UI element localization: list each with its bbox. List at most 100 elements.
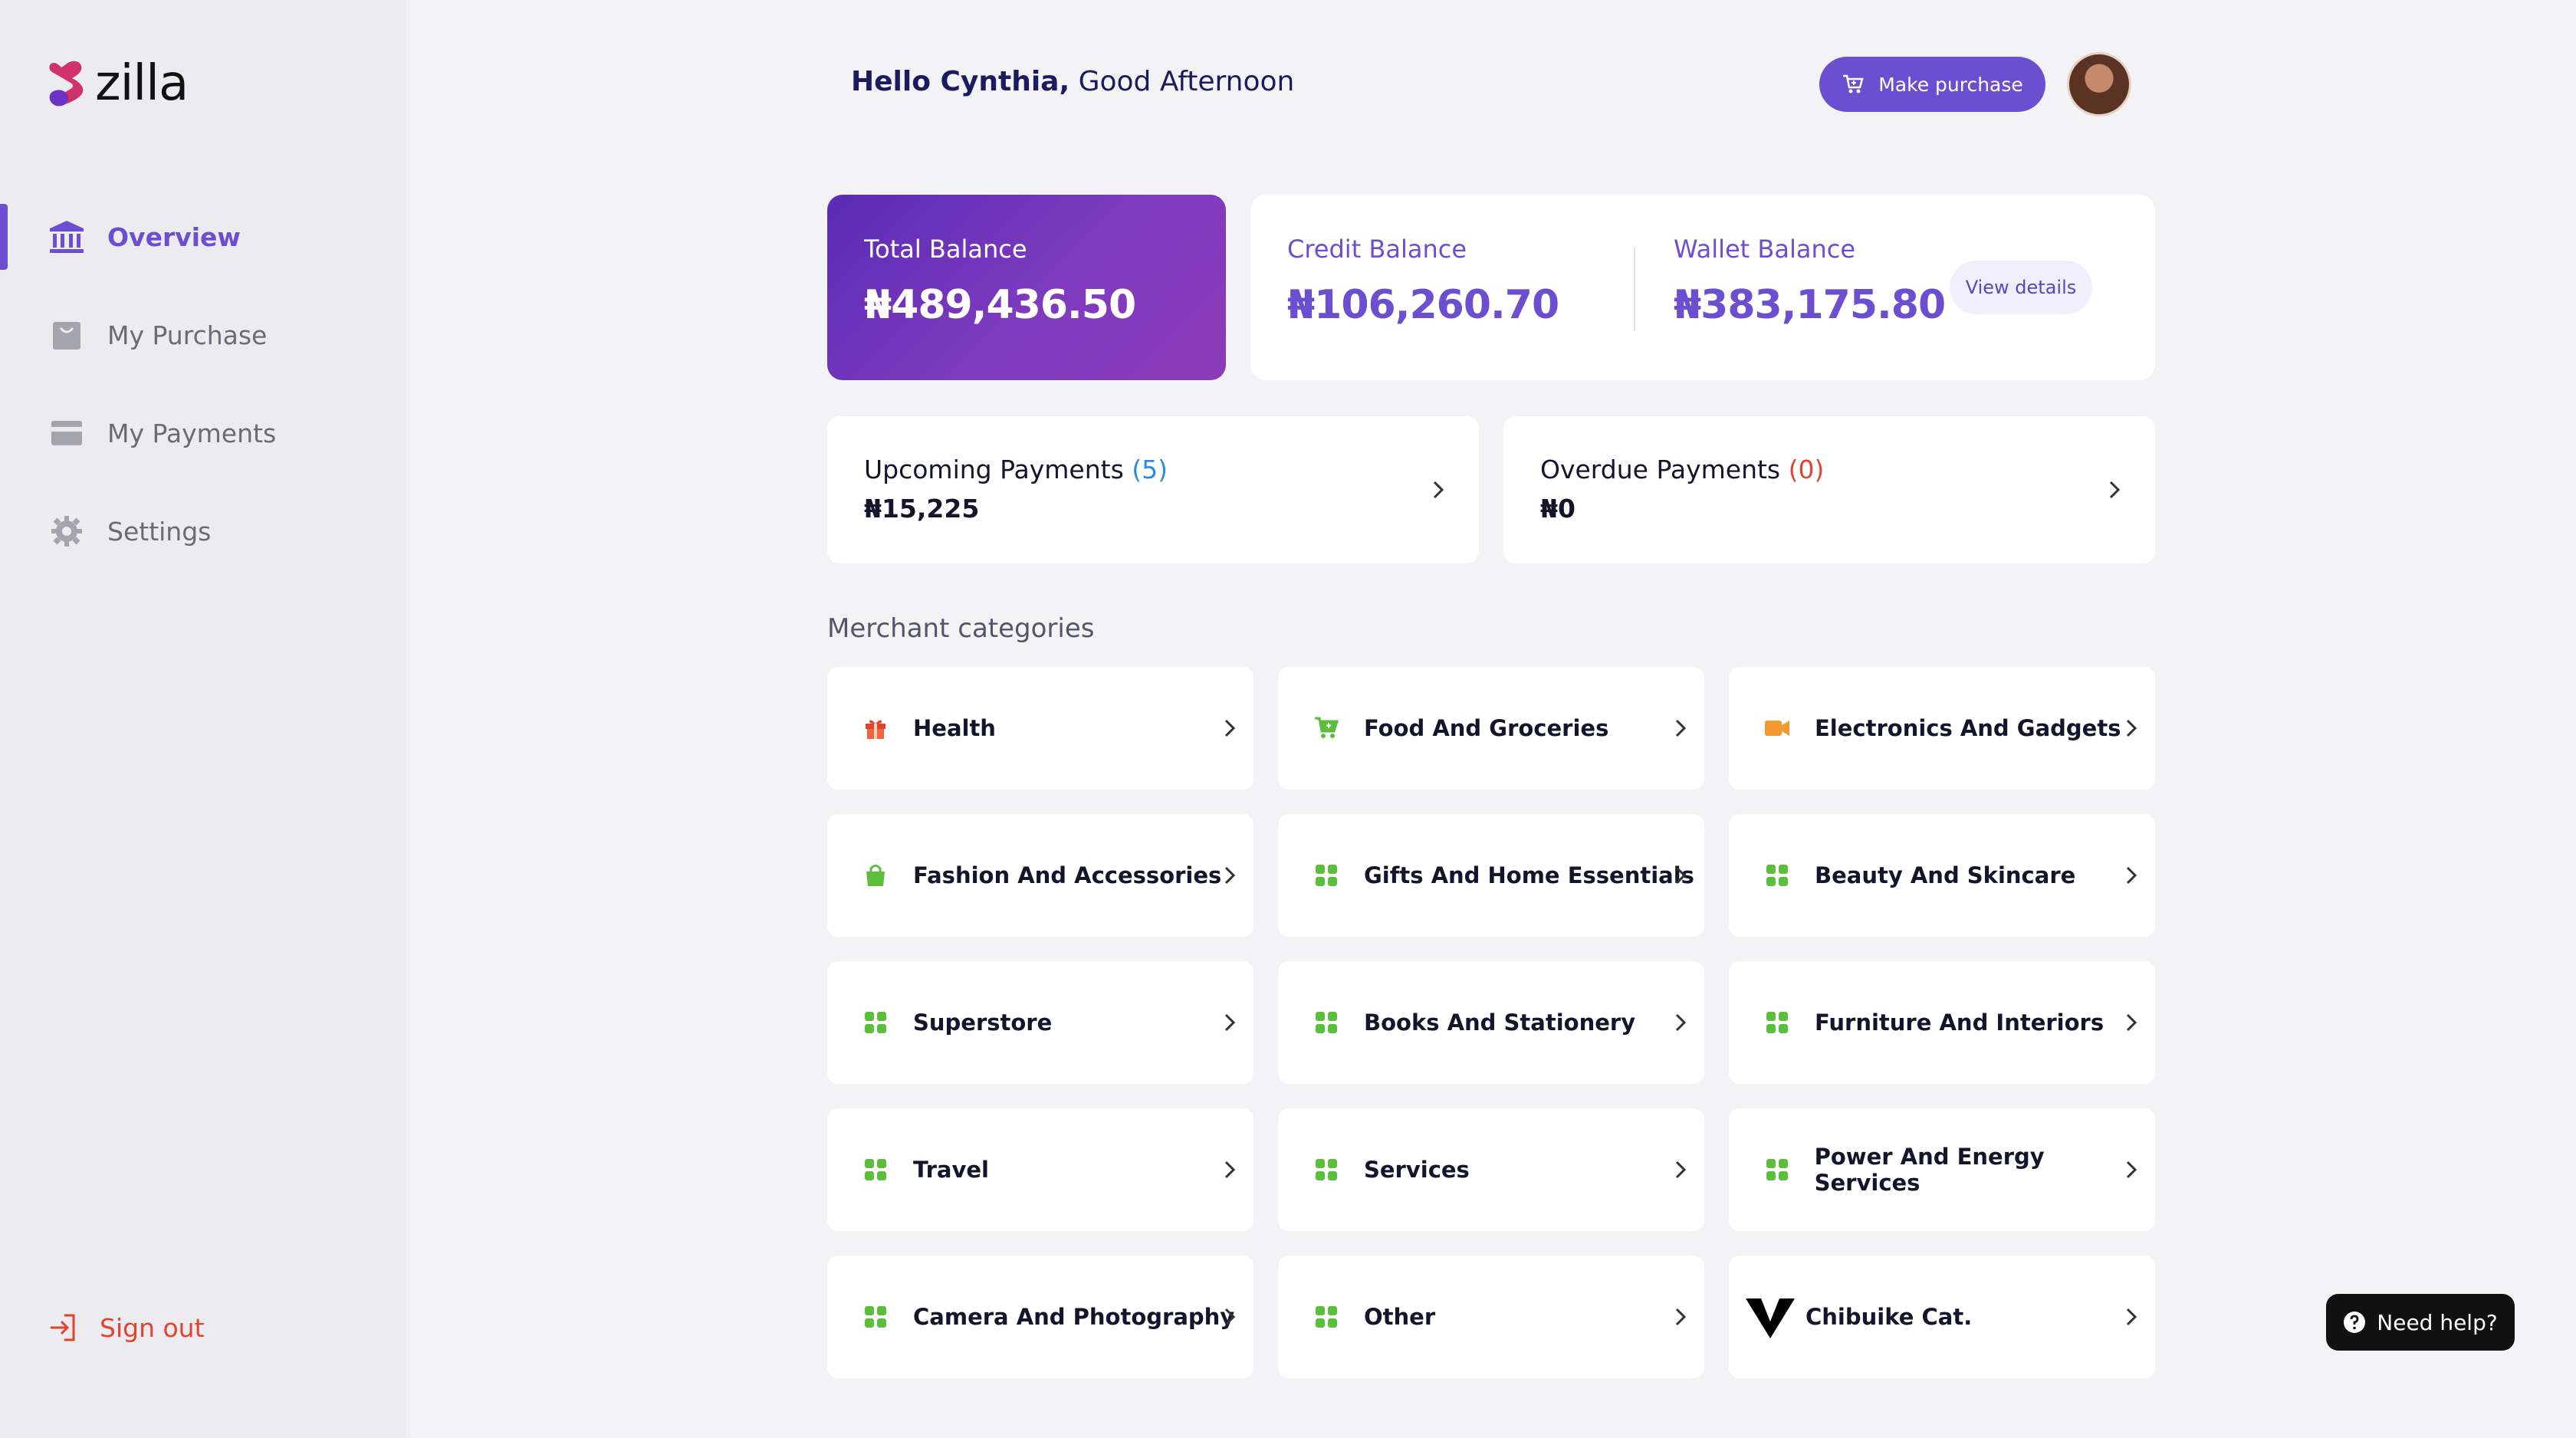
total-balance-value: ₦489,436.50 — [864, 282, 1136, 328]
chevron-right-icon — [1675, 866, 1687, 885]
brand-logo[interactable]: zilla — [48, 55, 189, 112]
category-card[interactable]: Food And Groceries — [1278, 667, 1704, 790]
avatar[interactable] — [2067, 52, 2131, 117]
total-balance-card: Total Balance ₦489,436.50 — [827, 195, 1226, 380]
total-balance-label: Total Balance — [864, 235, 1027, 264]
category-card[interactable]: Health — [827, 667, 1254, 790]
make-purchase-label: Make purchase — [1878, 73, 2023, 96]
balances-card: Credit Balance ₦106,260.70 Wallet Balanc… — [1250, 195, 2155, 380]
upcoming-payments-card[interactable]: Upcoming Payments (5) ₦15,225 — [827, 416, 1479, 563]
v-logo-icon — [1746, 1298, 1795, 1338]
category-card[interactable]: Furniture And Interiors — [1729, 961, 2155, 1084]
category-label: Superstore — [913, 1010, 1053, 1036]
greeting-name: Hello Cynthia, — [851, 66, 1070, 97]
overdue-payments-title: Overdue Payments (0) — [1540, 455, 2118, 484]
category-card[interactable]: Travel — [827, 1108, 1254, 1231]
chevron-right-icon — [1675, 1308, 1687, 1326]
chevron-right-icon — [2126, 1308, 2137, 1326]
overdue-payments-label: Overdue Payments — [1540, 455, 1781, 484]
category-card[interactable]: Other — [1278, 1256, 1704, 1378]
view-details-button[interactable]: View details — [1950, 261, 2092, 314]
chevron-right-icon — [1224, 1308, 1236, 1326]
need-help-label: Need help? — [2377, 1309, 2498, 1335]
chevron-right-icon — [2126, 866, 2137, 885]
cart-icon — [1309, 711, 1344, 746]
grid-icon — [1760, 858, 1795, 893]
greeting-rest: Good Afternoon — [1078, 66, 1295, 97]
chevron-right-icon — [2126, 1013, 2137, 1032]
greeting: Hello Cynthia, Good Afternoon — [851, 66, 1294, 97]
make-purchase-button[interactable]: Make purchase — [1819, 57, 2045, 112]
sidebar: zilla Overview My Purchase My Payments S… — [0, 0, 406, 1438]
sidebar-item-my-purchase[interactable]: My Purchase — [0, 302, 406, 368]
chevron-right-icon — [2126, 719, 2137, 737]
category-card[interactable]: Electronics And Gadgets — [1729, 667, 2155, 790]
category-label: Fashion And Accessories — [913, 862, 1222, 888]
category-card[interactable]: Services — [1278, 1108, 1704, 1231]
upcoming-payments-label: Upcoming Payments — [864, 455, 1124, 484]
category-card[interactable]: Books And Stationery — [1278, 961, 1704, 1084]
sign-out-button[interactable]: Sign out — [48, 1312, 205, 1343]
zilla-logo-icon — [49, 61, 84, 107]
sidebar-item-label: Overview — [107, 222, 241, 252]
credit-balance-value: ₦106,260.70 — [1287, 282, 1559, 328]
category-label: Beauty And Skincare — [1815, 862, 2076, 888]
category-card[interactable]: Chibuike Cat. — [1729, 1256, 2155, 1378]
chevron-right-icon — [1433, 481, 1444, 499]
category-label: Gifts And Home Essentials — [1364, 862, 1694, 888]
grid-icon — [1309, 1299, 1344, 1335]
category-card[interactable]: Gifts And Home Essentials — [1278, 814, 1704, 937]
grid-icon — [1309, 858, 1344, 893]
category-label: Books And Stationery — [1364, 1010, 1636, 1036]
category-label: Power And Energy Services — [1814, 1144, 2045, 1196]
card-icon — [48, 414, 86, 452]
merchant-categories-title: Merchant categories — [827, 613, 1095, 644]
category-card[interactable]: Beauty And Skincare — [1729, 814, 2155, 937]
sidebar-item-settings[interactable]: Settings — [0, 498, 406, 564]
chevron-right-icon — [1224, 1161, 1236, 1179]
sign-out-label: Sign out — [100, 1312, 205, 1343]
category-label: Health — [913, 715, 996, 741]
overdue-payments-card[interactable]: Overdue Payments (0) ₦0 — [1503, 416, 2155, 563]
cart-icon — [1843, 74, 1864, 94]
grid-icon — [858, 1005, 893, 1040]
upcoming-payments-amount: ₦15,225 — [864, 494, 980, 524]
upcoming-payments-count: (5) — [1132, 455, 1168, 484]
category-card[interactable]: Superstore — [827, 961, 1254, 1084]
sidebar-item-label: My Purchase — [107, 320, 268, 350]
chevron-right-icon — [1224, 1013, 1236, 1032]
grid-icon — [1309, 1152, 1344, 1187]
wallet-balance-value: ₦383,175.80 — [1674, 282, 1946, 328]
grid-icon — [858, 1152, 893, 1187]
wallet-balance-label: Wallet Balance — [1674, 235, 1856, 264]
shopping-bag-icon — [858, 858, 893, 893]
wallet-balance: Wallet Balance ₦383,175.80 — [1674, 235, 1946, 328]
need-help-button[interactable]: Need help? — [2326, 1294, 2515, 1351]
chevron-right-icon — [1675, 1161, 1687, 1179]
chevron-right-icon — [2109, 481, 2121, 499]
grid-icon — [1760, 1152, 1795, 1187]
chevron-right-icon — [1224, 719, 1236, 737]
category-card[interactable]: Power And Energy Services — [1729, 1108, 2155, 1231]
chevron-right-icon — [2126, 1161, 2137, 1179]
overdue-payments-amount: ₦0 — [1540, 494, 1576, 524]
category-label: Furniture And Interiors — [1815, 1010, 2104, 1036]
sidebar-item-label: My Payments — [107, 418, 277, 448]
help-icon — [2344, 1312, 2366, 1333]
category-label: Chibuike Cat. — [1806, 1304, 1973, 1330]
category-label: Camera And Photography — [913, 1304, 1235, 1330]
category-label: Travel — [913, 1157, 989, 1183]
sidebar-item-overview[interactable]: Overview — [0, 204, 406, 270]
grid-icon — [1309, 1005, 1344, 1040]
chevron-right-icon — [1675, 1013, 1687, 1032]
category-label: Services — [1364, 1157, 1470, 1183]
sidebar-item-label: Settings — [107, 516, 212, 547]
credit-balance: Credit Balance ₦106,260.70 — [1287, 235, 1559, 328]
category-card[interactable]: Fashion And Accessories — [827, 814, 1254, 937]
category-label: Other — [1364, 1304, 1436, 1330]
camera-icon — [1760, 711, 1795, 746]
brand-name: zilla — [95, 55, 189, 112]
sidebar-item-my-payments[interactable]: My Payments — [0, 400, 406, 466]
category-card[interactable]: Camera And Photography — [827, 1256, 1254, 1378]
upcoming-payments-title: Upcoming Payments (5) — [864, 455, 1442, 484]
